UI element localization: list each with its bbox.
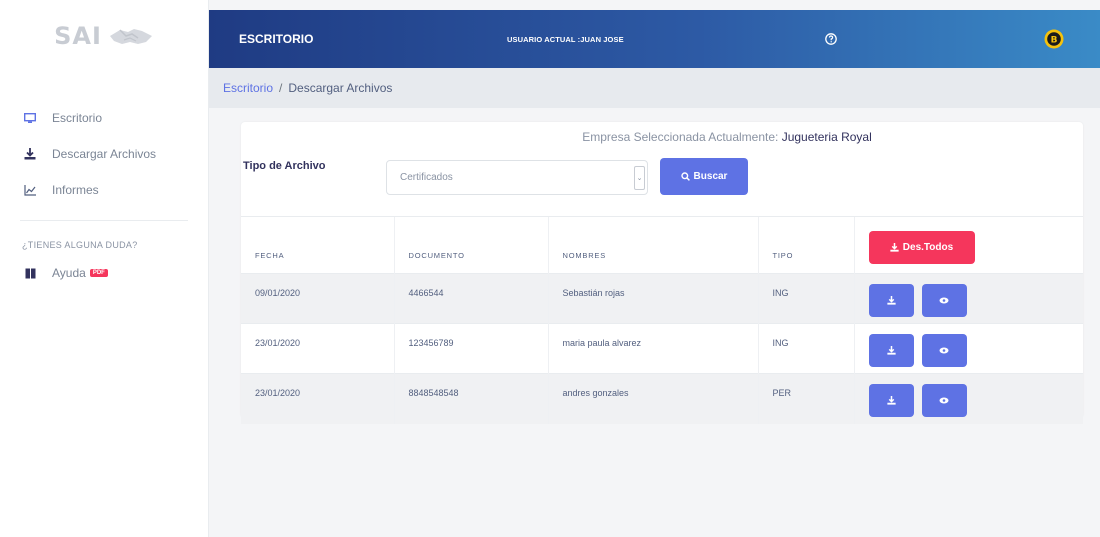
- view-row-button[interactable]: [921, 334, 967, 367]
- company-name: Jugueteria Royal: [781, 130, 872, 144]
- desktop-icon: [22, 110, 38, 126]
- column-header-documento: DOCUMENTO: [394, 217, 549, 274]
- download-all-button[interactable]: Des.Todos: [868, 231, 975, 264]
- download-row-button[interactable]: [868, 384, 914, 417]
- cell-nombres: andres gonzales: [548, 373, 759, 424]
- column-header-fecha: FECHA: [241, 217, 395, 274]
- chevron-down-icon: ⌄: [634, 166, 645, 190]
- breadcrumb: Escritorio / Descargar Archivos: [209, 68, 1100, 108]
- cell-fecha: 23/01/2020: [241, 373, 395, 424]
- files-table: FECHA DOCUMENTO NOMBRES TIPO Des.Todos 0…: [241, 217, 1083, 424]
- brand-text: SAI: [54, 22, 102, 50]
- eye-icon: [939, 347, 949, 354]
- cell-tipo: ING: [758, 273, 855, 324]
- cell-nombres: Sebastián rojas: [548, 273, 759, 324]
- chart-line-icon: [22, 182, 38, 198]
- cell-actions: [854, 273, 1083, 324]
- column-header-nombres: NOMBRES: [548, 217, 759, 274]
- download-all-label: Des.Todos: [902, 242, 954, 253]
- download-icon: [22, 146, 38, 162]
- download-row-button[interactable]: [868, 334, 914, 367]
- sidebar-divider: [20, 220, 188, 221]
- sidebar-nav: Escritorio Descargar Archivos Informes ¿…: [0, 100, 208, 291]
- cell-fecha: 23/01/2020: [241, 323, 395, 374]
- sidebar: SAI Escritorio Descargar Archivos Inform…: [0, 0, 209, 537]
- svg-text:B: B: [1051, 36, 1058, 46]
- breadcrumb-current: Descargar Archivos: [288, 81, 393, 95]
- selected-company: Empresa Seleccionada Actualmente: Juguet…: [241, 130, 1083, 144]
- table-row: 23/01/2020 123456789 maria paula alvarez…: [241, 323, 1083, 374]
- cell-actions: [854, 373, 1083, 424]
- sidebar-item-label: Escritorio: [52, 111, 103, 125]
- search-icon: [680, 172, 690, 181]
- download-icon: [886, 396, 896, 405]
- page-title: ESCRITORIO: [239, 32, 314, 46]
- cell-fecha: 09/01/2020: [241, 273, 395, 324]
- view-row-button[interactable]: [921, 384, 967, 417]
- pdf-badge: PDF: [89, 269, 108, 277]
- cell-documento: 123456789: [394, 323, 549, 374]
- download-icon: [890, 243, 899, 252]
- download-icon: [886, 296, 896, 305]
- table-row: 09/01/2020 4466544 Sebastián rojas ING: [241, 273, 1083, 324]
- cell-documento: 4466544: [394, 273, 549, 324]
- file-type-select[interactable]: Certificados ⌄: [386, 160, 648, 195]
- current-user: USUARIO ACTUAL :JUAN JOSE: [507, 34, 624, 44]
- download-files-card: Empresa Seleccionada Actualmente: Juguet…: [241, 122, 1083, 424]
- files-table-wrapper: FECHA DOCUMENTO NOMBRES TIPO Des.Todos 0…: [241, 216, 1083, 424]
- column-header-actions: Des.Todos: [854, 217, 1083, 274]
- column-header-tipo: TIPO: [758, 217, 855, 274]
- question-circle-icon[interactable]: [825, 33, 837, 45]
- book-icon: [22, 265, 38, 281]
- cell-tipo: ING: [758, 323, 855, 374]
- cell-tipo: PER: [758, 373, 855, 424]
- eye-icon: [939, 297, 949, 304]
- top-navbar: ESCRITORIO USUARIO ACTUAL :JUAN JOSE B: [209, 10, 1100, 68]
- table-row: 23/01/2020 8848548548 andres gonzales PE…: [241, 373, 1083, 424]
- breadcrumb-home-link[interactable]: Escritorio: [223, 81, 273, 95]
- user-avatar[interactable]: B: [1044, 29, 1064, 49]
- cell-nombres: maria paula alvarez: [548, 323, 759, 374]
- sidebar-item-informes[interactable]: Informes: [0, 172, 208, 208]
- cell-actions: [854, 323, 1083, 374]
- download-icon: [886, 346, 896, 355]
- eye-icon: [939, 397, 949, 404]
- search-button[interactable]: Buscar: [660, 158, 748, 195]
- table-header-row: FECHA DOCUMENTO NOMBRES TIPO Des.Todos: [241, 217, 1083, 274]
- handshake-icon: [109, 29, 152, 44]
- cell-documento: 8848548548: [394, 373, 549, 424]
- sidebar-item-escritorio[interactable]: Escritorio: [0, 100, 208, 136]
- sidebar-heading: ¿TIENES ALGUNA DUDA?: [22, 240, 138, 250]
- download-row-button[interactable]: [868, 284, 914, 317]
- company-prefix: Empresa Seleccionada Actualmente:: [582, 130, 779, 144]
- view-row-button[interactable]: [921, 284, 967, 317]
- sidebar-item-descargar-archivos[interactable]: Descargar Archivos: [0, 136, 208, 172]
- sidebar-item-label: Informes: [52, 183, 99, 197]
- sidebar-item-ayuda[interactable]: Ayuda PDF: [0, 255, 208, 291]
- file-type-label: Tipo de Archivo: [243, 160, 326, 172]
- file-type-select-value: Certificados: [400, 172, 453, 183]
- brand-logo[interactable]: SAI: [0, 0, 208, 72]
- search-button-label: Buscar: [693, 171, 728, 182]
- sidebar-item-label: Ayuda: [52, 266, 86, 280]
- breadcrumb-separator: /: [279, 81, 283, 95]
- sidebar-item-label: Descargar Archivos: [52, 147, 157, 161]
